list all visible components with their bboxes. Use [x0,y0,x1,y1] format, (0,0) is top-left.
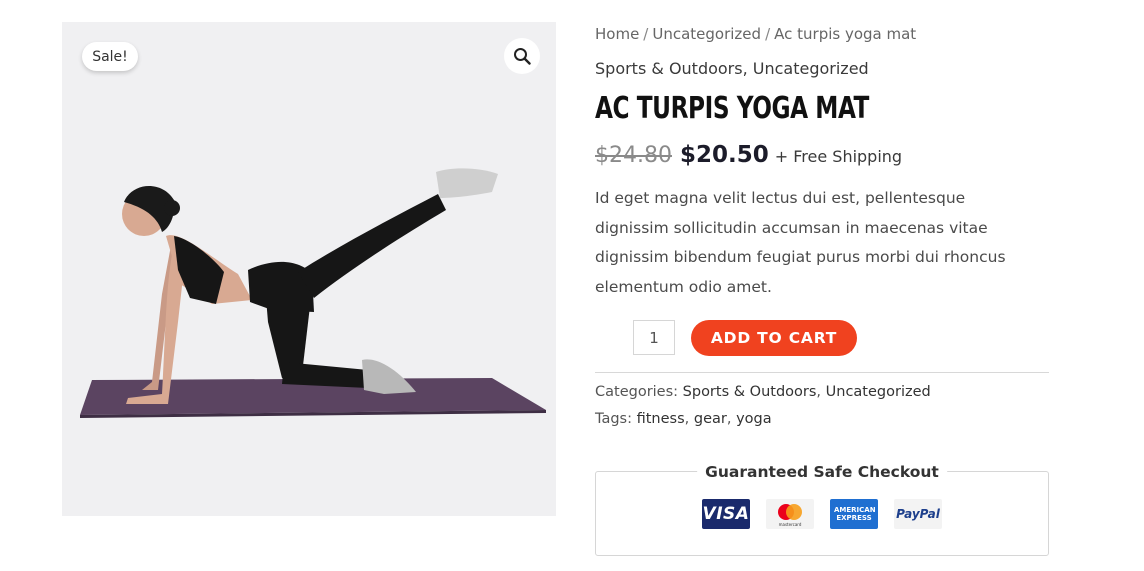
tags-label: Tags: [595,411,632,427]
mastercard-icon: mastercard [766,499,814,529]
product-categories-top: Sports & Outdoors, Uncategorized [595,58,1049,80]
mastercard-circles [778,503,802,520]
payment-icons: VISA mastercard AMERICAN EXPRESS PayPal [702,499,942,529]
paypal-label: PayPal [896,507,940,521]
breadcrumb: Home / Uncategorized / Ac turpis yoga mat [595,22,1049,46]
original-price: $24.80 [595,143,672,168]
categories-meta: Categories: Sports & Outdoors, Uncategor… [595,379,1049,406]
product-image[interactable] [62,22,556,516]
mastercard-label: mastercard [778,521,802,527]
breadcrumb-current: Ac turpis yoga mat [774,25,917,43]
add-to-cart-button[interactable]: ADD TO CART [691,320,857,356]
zoom-button[interactable] [504,38,540,74]
breadcrumb-home-link[interactable]: Home [595,25,639,43]
safe-checkout-title: Guaranteed Safe Checkout [697,461,947,483]
product-description: Id eget magna velit lectus dui est, pell… [595,189,1006,296]
product-title: AC TURPIS YOGA MAT [595,91,869,126]
quantity-input[interactable] [633,320,675,355]
sale-badge: Sale! [82,42,138,71]
category-link-sports-outdoors[interactable]: Sports & Outdoors [595,59,743,78]
product-gallery[interactable]: Sale! [62,22,556,516]
tags-meta: Tags: fitness, gear, yoga [595,406,1049,433]
category-comma: , [742,59,753,78]
meta-comma: , [726,411,737,427]
safe-checkout-box: Guaranteed Safe Checkout VISA mastercard… [595,461,1049,556]
amex-card-icon: AMERICAN EXPRESS [830,499,878,529]
breadcrumb-separator: / [643,25,649,43]
breadcrumb-category-link[interactable]: Uncategorized [652,25,761,43]
sale-price: $20.50 [679,142,769,168]
paypal-icon: PayPal [894,499,942,529]
meta-comma: , [816,384,826,400]
divider [595,372,1049,373]
meta-category-link-uncategorized[interactable]: Uncategorized [826,384,931,400]
shipping-note: + Free Shipping [774,147,903,166]
meta-comma: , [684,411,694,427]
tag-link-fitness[interactable]: fitness [637,411,685,427]
product-summary: Home / Uncategorized / Ac turpis yoga mat Sp… [595,22,1049,556]
visa-card-icon: VISA [702,499,750,529]
breadcrumb-separator: / [765,25,771,43]
add-to-cart-form: ADD TO CART [595,320,1049,356]
tag-link-yoga[interactable]: yoga [736,411,772,427]
magnifier-icon [514,48,531,65]
amex-card-label: AMERICAN EXPRESS [834,506,876,522]
price-row: $24.80 $20.50 + Free Shipping [595,142,1049,176]
visa-card-label: VISA [702,504,750,524]
category-link-uncategorized[interactable]: Uncategorized [753,59,869,78]
meta-category-link-sports-outdoors[interactable]: Sports & Outdoors [683,384,817,400]
tag-link-gear[interactable]: gear [694,411,727,427]
categories-label: Categories: [595,384,679,400]
